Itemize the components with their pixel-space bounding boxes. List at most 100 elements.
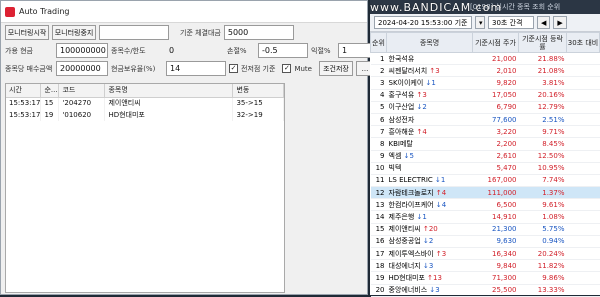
cell-base-pct: 0.94% bbox=[518, 235, 567, 249]
table-row[interactable]: 8 KBI메탈 2,200 8.45% bbox=[370, 137, 600, 151]
col-stock-name[interactable]: 종목명 bbox=[386, 32, 473, 53]
bandicam-watermark: www.BANDICAM.com bbox=[370, 1, 503, 14]
cash-ratio-input[interactable]: 14 bbox=[166, 61, 226, 76]
cell-base-price: 9,630 bbox=[472, 235, 519, 249]
buy-cash-input[interactable]: 100000000 bbox=[56, 43, 108, 58]
table-row[interactable]: 3 SK이이케이 ↓1 9,820 3.81% bbox=[370, 76, 600, 90]
per-stock-input[interactable]: 20000000 bbox=[56, 61, 108, 76]
trade-count-value: 0 bbox=[169, 46, 175, 55]
datetime-dropdown-icon[interactable]: ▾ bbox=[475, 16, 485, 29]
table-row[interactable]: 13 한컴라이프케어 ↓4 6,500 9.61% bbox=[370, 198, 600, 212]
rank-move-value: 4 bbox=[441, 200, 447, 209]
rank-move-value: 3 bbox=[435, 66, 440, 75]
stock-name: 중앙에너비스 bbox=[388, 286, 428, 295]
table-row[interactable]: 19 HD현대미포 ↑13 71,300 9.86% bbox=[370, 271, 600, 285]
stock-name: HD현대미포 bbox=[388, 273, 425, 282]
table-row[interactable]: 20 중앙에너비스 ↓3 25,500 13.33% bbox=[370, 284, 600, 297]
cell-rank: 14 bbox=[370, 210, 387, 224]
stock-name: 빅텍 bbox=[388, 164, 402, 173]
table-row[interactable]: 15 제이앤티씨 ↑20 21,300 5.75% bbox=[370, 223, 600, 236]
cell-base-pct: 1.08% bbox=[518, 210, 567, 224]
col-time[interactable]: 시간 bbox=[6, 84, 42, 98]
col-rank[interactable]: 순... bbox=[40, 84, 60, 98]
stock-name: 홍구석유 bbox=[388, 91, 415, 100]
table-row[interactable]: 11 LS ELECTRIC ↓1 167,000 7.74% bbox=[370, 174, 600, 188]
cell-time: 15:53:17 bbox=[6, 97, 42, 109]
cell-30s-change bbox=[566, 113, 600, 127]
prev-arrow-icon[interactable]: ◀ bbox=[537, 16, 551, 29]
cell-30s-change bbox=[566, 125, 600, 139]
cell-stock-name: 흥아해운 ↑4 bbox=[386, 125, 473, 139]
ranking-table[interactable]: 순위 종목명 기준시점 주가 기준시점 등락률 30초 대비 1 한국석유 21,… bbox=[370, 32, 600, 297]
cell-rank: 19 bbox=[40, 109, 60, 121]
cell-30s-change bbox=[566, 198, 600, 212]
table-row[interactable]: 12 자람테크놀로지 ↑4 111,000 1.37% bbox=[370, 186, 600, 200]
col-code[interactable]: 코드 bbox=[58, 84, 106, 98]
table-row[interactable]: 5 이구산업 ↓2 6,790 12.79% bbox=[370, 101, 600, 114]
cell-rank: 19 bbox=[370, 271, 387, 285]
cell-base-price: 2,610 bbox=[472, 150, 519, 163]
monitor-stop-button[interactable]: 모니터링중지 bbox=[52, 25, 96, 40]
interval-select[interactable]: 30초 간격 bbox=[488, 16, 534, 29]
cell-base-pct: 12.50% bbox=[518, 150, 567, 163]
table-row[interactable]: 9 엑셈 ↓5 2,610 12.50% bbox=[370, 150, 600, 163]
table-row[interactable]: 10 빅텍 5,470 10.95% bbox=[370, 162, 600, 175]
control-row-1: 모니터링시작 모니터링중지 기준 체결대금 5000 bbox=[5, 25, 294, 40]
cell-base-pct: 3.81% bbox=[518, 76, 567, 90]
cell-base-price: 21,000 bbox=[472, 52, 519, 66]
table-row[interactable]: 18 대성에너지 ↓3 9,840 11.82% bbox=[370, 259, 600, 273]
base-amount-input[interactable]: 5000 bbox=[223, 25, 294, 40]
cell-stock-name: 제이앤티씨 ↑20 bbox=[386, 223, 473, 236]
cell-30s-change bbox=[566, 186, 600, 200]
col-rank[interactable]: 순위 bbox=[370, 32, 387, 53]
table-row[interactable]: 1 한국석유 21,000 21.88% bbox=[370, 52, 600, 66]
loss-label: 손절% bbox=[227, 46, 247, 55]
cell-stock-name: 제주은행 ↓1 bbox=[386, 210, 473, 224]
cell-rank: 10 bbox=[370, 162, 387, 175]
cell-stock-name: 한국석유 bbox=[386, 52, 473, 66]
cell-base-pct: 2.51% bbox=[518, 113, 567, 127]
condition-save-button[interactable]: 조건저장 bbox=[318, 61, 353, 76]
mute-checkbox[interactable]: ✓ bbox=[282, 64, 292, 73]
cell-stock-name: 제이투엑스바이 ↑3 bbox=[386, 247, 473, 261]
cell-rank: 18 bbox=[370, 259, 387, 273]
col-base-pct[interactable]: 기준시점 등락률 bbox=[518, 32, 567, 53]
table-row[interactable]: 17 제이투엑스바이 ↑3 16,340 20.24% bbox=[370, 247, 600, 261]
cell-rank: 15 bbox=[40, 97, 60, 109]
control-row-3: 종목당 매수금액 20000000 현금보유율(%) 14 ✓ 전저점 기준 ✓… bbox=[5, 61, 374, 76]
monitor-start-button[interactable]: 모니터링시작 bbox=[5, 25, 49, 40]
cell-base-pct: 1.37% bbox=[518, 186, 567, 200]
datetime-field[interactable]: 2024-04-20 15:53:00 기준 bbox=[374, 16, 472, 29]
stock-name: 삼성전자 bbox=[388, 115, 415, 124]
cell-stock-name: 중앙에너비스 ↓3 bbox=[386, 284, 473, 297]
table-row[interactable]: 4 홍구석유 ↑3 17,050 20.16% bbox=[370, 89, 600, 102]
realtime-ranking-window: [0198] 실시간 종목 조회 순위 2024-04-20 15:53:00 … bbox=[370, 0, 600, 297]
prev-low-checkbox[interactable]: ✓ bbox=[229, 64, 238, 73]
loss-input[interactable]: -0.5 bbox=[258, 43, 308, 58]
stock-name: 씨젠달러서치 bbox=[388, 66, 428, 75]
table-row[interactable]: 2 씨젠달러서치 ↑3 2,010 21.08% bbox=[370, 64, 600, 78]
cell-stock-name: HD현대미포 ↑13 bbox=[386, 271, 473, 285]
cell-rank: 17 bbox=[370, 247, 387, 261]
col-change[interactable]: 변동 bbox=[232, 84, 284, 98]
table-row[interactable]: 15:53:17 19 '010620 HD현대미포 32->19 bbox=[6, 109, 284, 121]
app-icon bbox=[5, 6, 15, 17]
cell-base-pct: 7.74% bbox=[518, 174, 567, 188]
status-field[interactable] bbox=[99, 25, 169, 40]
col-30s-change[interactable]: 30초 대비 bbox=[566, 32, 600, 53]
log-table[interactable]: 시간 순... 코드 종목명 변동 15:53:17 15 '204270 제이… bbox=[5, 83, 285, 293]
next-arrow-icon[interactable]: ▶ bbox=[553, 16, 567, 29]
rank-move-value: 2 bbox=[422, 103, 427, 112]
table-row[interactable]: 15:53:17 15 '204270 제이앤티씨 35->15 bbox=[6, 97, 284, 109]
table-row[interactable]: 14 제주은행 ↓1 14,910 1.08% bbox=[370, 210, 600, 224]
cell-base-price: 2,010 bbox=[472, 64, 519, 78]
control-row-2: 가용 현금 100000000 종목수/한도 0 손절% -0.5 익절% 1 bbox=[5, 43, 378, 58]
rank-move-value: 4 bbox=[422, 127, 427, 136]
col-base-price[interactable]: 기준시점 주가 bbox=[472, 32, 519, 53]
rank-move-value: 20 bbox=[428, 225, 438, 234]
col-name[interactable]: 종목명 bbox=[104, 84, 234, 98]
cell-stock-name: 이구산업 ↓2 bbox=[386, 101, 473, 114]
table-row[interactable]: 6 삼성전자 77,600 2.51% bbox=[370, 113, 600, 127]
table-row[interactable]: 7 흥아해운 ↑4 3,220 9.71% bbox=[370, 125, 600, 139]
table-row[interactable]: 16 삼성중공업 ↓2 9,630 0.94% bbox=[370, 235, 600, 249]
